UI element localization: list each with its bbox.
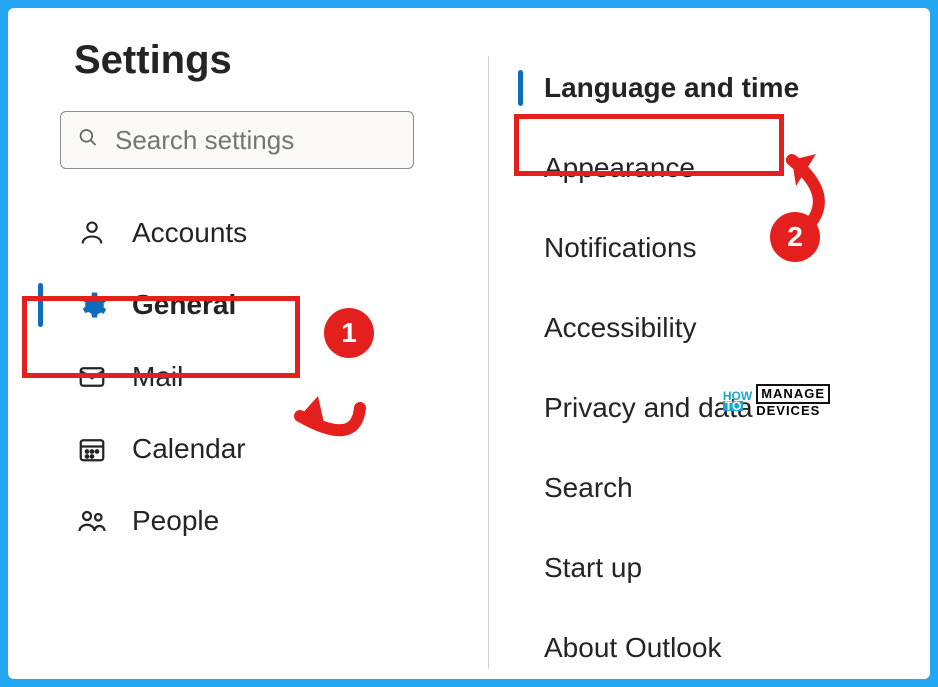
nav-label: Accounts: [132, 217, 247, 249]
general-subnav: Language and time Appearance Notificatio…: [518, 48, 920, 679]
sub-item-search[interactable]: Search: [518, 448, 920, 528]
sub-item-label: Notifications: [544, 232, 697, 264]
nav-item-general[interactable]: General: [56, 269, 440, 341]
mail-icon: [74, 359, 110, 395]
nav-item-calendar[interactable]: Calendar: [56, 413, 440, 485]
person-icon: [74, 215, 110, 251]
nav-item-people[interactable]: People: [56, 485, 440, 557]
settings-window: Settings Accounts: [8, 8, 930, 679]
people-icon: [74, 503, 110, 539]
search-icon: [78, 128, 98, 153]
settings-right-panel: Language and time Appearance Notificatio…: [488, 8, 930, 679]
sub-item-language-time[interactable]: Language and time: [518, 48, 920, 128]
calendar-icon: [74, 431, 110, 467]
nav-item-accounts[interactable]: Accounts: [56, 197, 440, 269]
nav-label: People: [132, 505, 219, 537]
sub-item-label: Start up: [544, 552, 642, 584]
search-input[interactable]: [60, 111, 414, 169]
sub-item-label: Appearance: [544, 152, 695, 184]
search-field-wrap: [60, 111, 414, 169]
sub-item-appearance[interactable]: Appearance: [518, 128, 920, 208]
sub-item-notifications[interactable]: Notifications: [518, 208, 920, 288]
sub-item-label: About Outlook: [544, 632, 721, 664]
sub-item-label: Accessibility: [544, 312, 696, 344]
nav-item-mail[interactable]: Mail: [56, 341, 440, 413]
nav-label: Calendar: [132, 433, 246, 465]
sub-item-about[interactable]: About Outlook: [518, 608, 920, 679]
panel-divider: [488, 56, 489, 669]
settings-nav: Accounts General Mail: [56, 197, 440, 557]
sub-item-startup[interactable]: Start up: [518, 528, 920, 608]
sub-item-accessibility[interactable]: Accessibility: [518, 288, 920, 368]
sub-item-label: Search: [544, 472, 633, 504]
gear-icon: [74, 287, 110, 323]
sub-item-label: Language and time: [544, 72, 799, 104]
page-title: Settings: [74, 38, 440, 83]
sub-item-privacy[interactable]: Privacy and data: [518, 368, 920, 448]
nav-label: Mail: [132, 361, 183, 393]
sub-item-label: Privacy and data: [544, 392, 753, 424]
nav-label: General: [132, 289, 236, 321]
settings-left-panel: Settings Accounts: [8, 8, 488, 679]
